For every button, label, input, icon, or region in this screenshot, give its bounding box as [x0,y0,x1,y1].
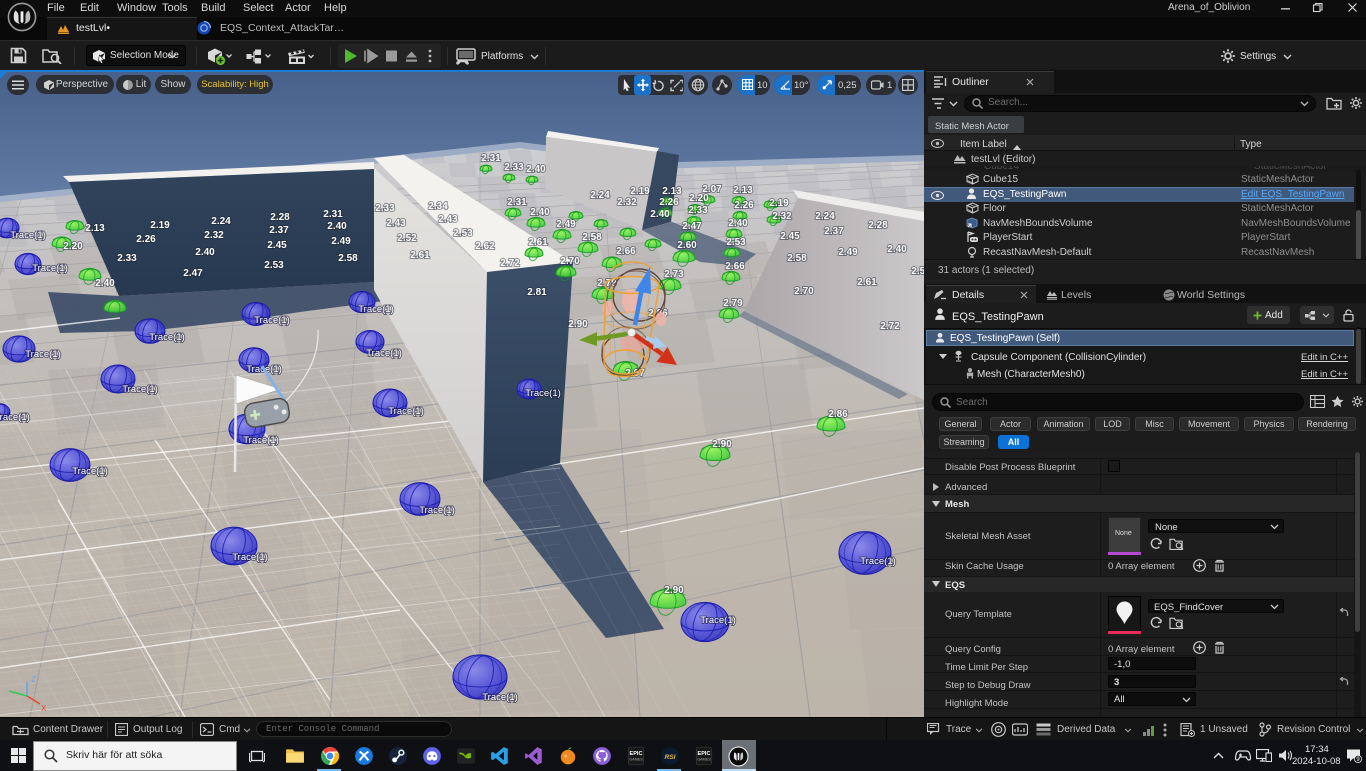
svg-text:2.40: 2.40 [650,209,670,220]
svg-text:Trace(1): Trace(1) [254,315,290,326]
svg-text:2.90: 2.90 [568,319,588,330]
svg-text:2.19: 2.19 [150,220,170,231]
svg-text:2.40: 2.40 [327,221,347,232]
svg-text:2.37: 2.37 [824,226,844,237]
svg-text:2.81: 2.81 [527,287,547,298]
svg-text:2.66: 2.66 [725,261,745,272]
svg-text:Trace(1): Trace(1) [700,615,736,626]
svg-text:2.62: 2.62 [475,241,495,252]
svg-text:EPIC: EPIC [630,751,643,757]
svg-text:2.53: 2.53 [264,260,284,271]
svg-text:2.07: 2.07 [702,184,722,195]
svg-text:2.13: 2.13 [85,223,105,234]
svg-text:2.33: 2.33 [688,205,708,216]
svg-text:Trace(1): Trace(1) [419,505,455,516]
svg-text:GAMES: GAMES [697,757,711,761]
svg-text:2.79: 2.79 [723,298,743,309]
svg-text:Trace(1): Trace(1) [366,348,402,359]
svg-text:2.49: 2.49 [556,219,576,230]
svg-text:2.33: 2.33 [504,162,524,173]
svg-text:2.33: 2.33 [117,253,137,264]
svg-text:2.28: 2.28 [868,220,888,231]
svg-text:2.53: 2.53 [726,237,746,248]
svg-text:2.33: 2.33 [375,203,395,214]
svg-text:2.31: 2.31 [481,153,501,164]
svg-text:Trace(1): Trace(1) [32,263,68,274]
svg-text:RSI: RSI [664,754,675,761]
svg-text:2.49: 2.49 [838,247,858,258]
svg-text:2.26: 2.26 [734,200,754,211]
svg-text:2.32: 2.32 [617,197,637,208]
svg-text:2.40: 2.40 [887,244,907,255]
svg-text:Trace(1): Trace(1) [10,230,46,241]
svg-text:Trace(1): Trace(1) [358,304,394,315]
svg-text:Trace(1): Trace(1) [149,332,185,343]
svg-text:2.47: 2.47 [183,268,203,279]
svg-text:2.28: 2.28 [270,212,290,223]
svg-text:Trace(1): Trace(1) [388,406,424,417]
svg-text:2.34: 2.34 [428,201,448,212]
svg-text:2.31: 2.31 [507,197,527,208]
svg-text:2.43: 2.43 [386,218,406,229]
svg-text:2.26: 2.26 [136,234,156,245]
svg-text:X: X [41,704,47,713]
svg-text:Trace(1): Trace(1) [232,552,268,563]
svg-text:2.52: 2.52 [397,233,417,244]
svg-text:2.90: 2.90 [712,439,732,450]
svg-text:2.52: 2.52 [911,266,924,277]
svg-text:2.13: 2.13 [662,186,682,197]
svg-text:GAMES: GAMES [629,757,643,761]
svg-text:2.72: 2.72 [500,258,520,269]
svg-text:2.66: 2.66 [616,246,636,257]
svg-text:2.45: 2.45 [267,240,287,251]
svg-text:2.24: 2.24 [211,216,231,227]
svg-text:2.37: 2.37 [269,225,289,236]
svg-text:2.26: 2.26 [659,197,679,208]
svg-text:2.70: 2.70 [794,286,814,297]
svg-text:2.40: 2.40 [530,207,550,218]
svg-text:2.61: 2.61 [410,250,430,261]
svg-text:2.58: 2.58 [338,253,358,264]
svg-text:2.40: 2.40 [95,278,115,289]
svg-text:2.32: 2.32 [204,230,224,241]
svg-text:2.60: 2.60 [677,240,697,251]
svg-text:2.70: 2.70 [560,256,580,267]
svg-text:2.24: 2.24 [590,190,610,201]
svg-text:Z: Z [31,675,36,684]
svg-text:2.73: 2.73 [664,269,684,280]
svg-text:Trace(1): Trace(1) [72,466,108,477]
svg-text:Trace(1): Trace(1) [482,692,518,703]
svg-text:Trace(1): Trace(1) [860,556,896,567]
svg-text:2.32: 2.32 [772,211,792,222]
svg-text:2.72: 2.72 [880,321,900,332]
svg-text:2.53: 2.53 [453,228,473,239]
svg-text:2.43: 2.43 [438,214,458,225]
svg-text:2.24: 2.24 [815,211,835,222]
svg-text:2.19: 2.19 [769,198,789,209]
svg-text:2.61: 2.61 [857,277,877,288]
svg-text:2.40: 2.40 [195,247,215,258]
svg-text:2.45: 2.45 [780,231,800,242]
svg-text:Trace(1): Trace(1) [25,349,61,360]
svg-text:2.40: 2.40 [526,164,546,175]
svg-text:2.86: 2.86 [828,409,848,420]
svg-text:2.40: 2.40 [728,218,748,229]
svg-text:2.19: 2.19 [630,186,650,197]
svg-text:2.49: 2.49 [331,236,351,247]
svg-text:Trace(1): Trace(1) [243,435,279,446]
svg-text:Trace(1): Trace(1) [525,388,561,399]
svg-text:EPIC: EPIC [698,751,711,757]
svg-text:Trace(1): Trace(1) [0,412,30,423]
svg-text:Trace(1): Trace(1) [122,384,158,395]
svg-text:2.58: 2.58 [787,253,807,264]
svg-text:2.61: 2.61 [528,237,548,248]
svg-text:2.47: 2.47 [682,221,702,232]
svg-text:2.20: 2.20 [63,241,83,252]
svg-text:2.90: 2.90 [664,585,684,596]
svg-text:2.58: 2.58 [582,232,602,243]
svg-text:2.31: 2.31 [323,209,343,220]
svg-text:2.13: 2.13 [733,185,753,196]
